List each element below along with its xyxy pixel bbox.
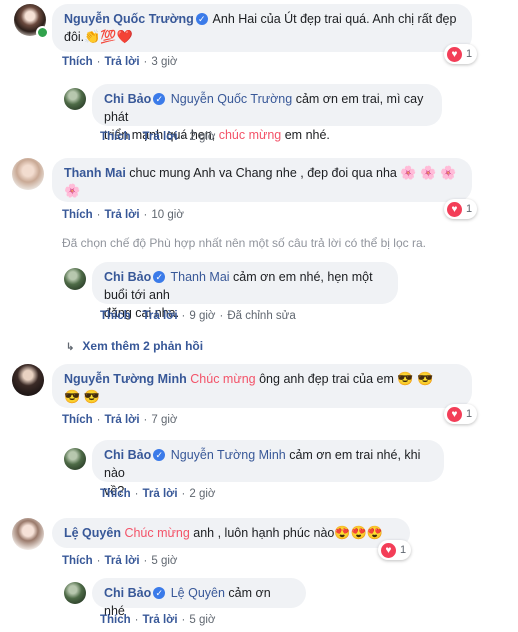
avatar[interactable]	[64, 88, 86, 110]
like-link[interactable]: Thích	[100, 488, 131, 500]
reply-link[interactable]: Trả lời	[143, 614, 178, 626]
view-more-replies[interactable]: ↳ Xem thêm 2 phản hồi	[66, 339, 203, 353]
comment-emoji: 👏💯❤️	[84, 29, 133, 44]
comment-emoji: 😎 😎	[64, 389, 100, 404]
comment-text: ông anh đẹp trai của em	[259, 372, 394, 386]
edited-label[interactable]: Đã chỉnh sửa	[227, 310, 295, 322]
comment-actions: Thích · Trả lời · 7 giờ	[62, 414, 178, 426]
avatar[interactable]	[12, 158, 44, 190]
like-link[interactable]: Thích	[62, 414, 93, 426]
reply-actions: Thích · Trả lời · 5 giờ	[100, 614, 216, 626]
comment-author[interactable]: Nguyễn Quốc Trường	[64, 12, 194, 26]
timestamp[interactable]: 7 giờ	[151, 414, 177, 426]
avatar[interactable]	[64, 268, 86, 290]
reply-link[interactable]: Trả lời	[105, 555, 140, 567]
reaction-count: 1	[466, 48, 473, 60]
verified-icon: ✓	[153, 271, 166, 283]
reply-author[interactable]: Chi Bảo	[104, 92, 151, 106]
verified-icon: ✓	[153, 587, 166, 599]
reply-author[interactable]: Chi Bảo	[104, 448, 151, 462]
mention-tag[interactable]: Lệ Quyên	[171, 586, 225, 600]
avatar[interactable]	[64, 448, 86, 470]
comment-text: đôi.	[64, 30, 85, 44]
reaction-count: 1	[400, 544, 407, 556]
view-more-label[interactable]: Xem thêm 2 phản hồi	[82, 339, 203, 353]
avatar[interactable]	[64, 582, 86, 604]
comment-bubble: Nguyễn Tường Minh Chúc mừng ông anh đẹp …	[52, 364, 472, 408]
reaction-badge[interactable]: ♥ 1	[444, 404, 478, 424]
timestamp[interactable]: 3 giờ	[151, 56, 177, 68]
reply-bubble: Chi Bảo ✓ Nguyễn Quốc Trường cảm ơn em tr…	[92, 84, 442, 142]
comment-text: chuc mung Anh va Chang nhe , đep đoi qua…	[129, 166, 397, 180]
comment-bubble: Thanh Mai chuc mung Anh va Chang nhe , đ…	[52, 158, 472, 202]
reaction-badge[interactable]: ♥ 1	[444, 199, 478, 219]
chuc-mung-tag: chúc mừng	[218, 128, 282, 142]
mention-tag[interactable]: Nguyễn Quốc Trường	[171, 92, 292, 106]
timestamp[interactable]: 5 giờ	[189, 614, 215, 626]
comment-emoji: 🌸	[64, 183, 81, 198]
reply-actions: Thích · Trả lời · 2 giờ	[100, 488, 216, 500]
comment-author[interactable]: Thanh Mai	[64, 166, 126, 180]
like-link[interactable]: Thích	[100, 310, 131, 322]
reply-author[interactable]: Chi Bảo	[104, 270, 151, 284]
comment-actions: Thích · Trả lời · 3 giờ	[62, 56, 178, 68]
comment-bubble: Nguyễn Quốc Trường ✓ Anh Hai của Út đẹp t…	[52, 4, 472, 52]
comment-emoji: 😍😍😍	[334, 525, 383, 540]
reply-link[interactable]: Trả lời	[105, 56, 140, 68]
timestamp[interactable]: 5 giờ	[151, 555, 177, 567]
heart-icon: ♥	[447, 46, 462, 62]
like-link[interactable]: Thích	[100, 614, 131, 626]
reaction-count: 1	[466, 408, 473, 420]
reaction-badge[interactable]: ♥ 1	[444, 44, 478, 64]
reply-bubble: Chi Bảo ✓ Lệ Quyên cảm ơn nhé	[92, 578, 306, 618]
reply-bubble: Chi Bảo ✓ Thanh Mai cảm ơn em nhé, hẹn mộ…	[92, 262, 398, 320]
reaction-count: 1	[466, 203, 473, 215]
reply-link[interactable]: Trả lời	[143, 310, 178, 322]
avatar[interactable]	[12, 518, 44, 550]
comment-author[interactable]: Nguyễn Tường Minh	[64, 372, 187, 386]
timestamp[interactable]: 2 giờ	[189, 131, 215, 143]
timestamp[interactable]: 10 giờ	[151, 209, 183, 221]
comment-text: anh , luôn hạnh phúc nào	[193, 526, 335, 540]
reply-link[interactable]: Trả lời	[105, 209, 140, 221]
like-link[interactable]: Thích	[62, 555, 93, 567]
avatar[interactable]	[12, 364, 44, 396]
reply-bubble: Chi Bảo ✓ Nguyễn Tường Minh cảm ơn em tra…	[92, 440, 444, 498]
heart-icon: ♥	[447, 201, 462, 217]
reply-text: em nhé.	[284, 128, 330, 142]
verified-icon: ✓	[195, 13, 208, 25]
comment-emoji: 😎 😎	[397, 371, 434, 386]
reaction-badge[interactable]: ♥ 1	[378, 540, 412, 560]
like-link[interactable]: Thích	[100, 131, 131, 143]
like-link[interactable]: Thích	[62, 56, 93, 68]
reply-arrow-icon: ↳	[66, 342, 75, 353]
comment-actions: Thích · Trả lời · 5 giờ	[62, 555, 178, 567]
chuc-mung-tag: Chúc mừng	[124, 526, 190, 540]
comment-emoji: 🌸 🌸 🌸	[400, 165, 457, 180]
comment-bubble: Lệ Quyên Chúc mừng anh , luôn hạnh phúc …	[52, 518, 410, 548]
comment-author[interactable]: Lệ Quyên	[64, 526, 121, 540]
online-status-icon	[36, 26, 49, 39]
verified-icon: ✓	[153, 93, 166, 105]
timestamp[interactable]: 2 giờ	[189, 488, 215, 500]
verified-icon: ✓	[153, 449, 166, 461]
reply-link[interactable]: Trả lời	[143, 488, 178, 500]
like-link[interactable]: Thích	[62, 209, 93, 221]
comment-actions: Thích · Trả lời · 10 giờ	[62, 209, 184, 221]
comment-text: Anh Hai của Út đẹp trai quá. Anh chị rất…	[212, 12, 457, 26]
reply-link[interactable]: Trả lời	[143, 131, 178, 143]
heart-icon: ♥	[447, 406, 462, 422]
reply-actions: Thích · Trả lời · 2 giờ	[100, 131, 216, 143]
mention-tag[interactable]: Nguyễn Tường Minh	[171, 448, 286, 462]
filter-notice: Đã chọn chế độ Phù hợp nhất nên một số c…	[62, 236, 426, 250]
heart-icon: ♥	[381, 542, 396, 558]
chuc-mung-tag: Chúc mừng	[190, 372, 256, 386]
reply-link[interactable]: Trả lời	[105, 414, 140, 426]
mention-tag[interactable]: Thanh Mai	[170, 270, 229, 284]
reply-actions: Thích · Trả lời · 9 giờ · Đã chỉnh sửa	[100, 310, 296, 322]
timestamp[interactable]: 9 giờ	[189, 310, 215, 322]
reply-author[interactable]: Chi Bảo	[104, 586, 151, 600]
